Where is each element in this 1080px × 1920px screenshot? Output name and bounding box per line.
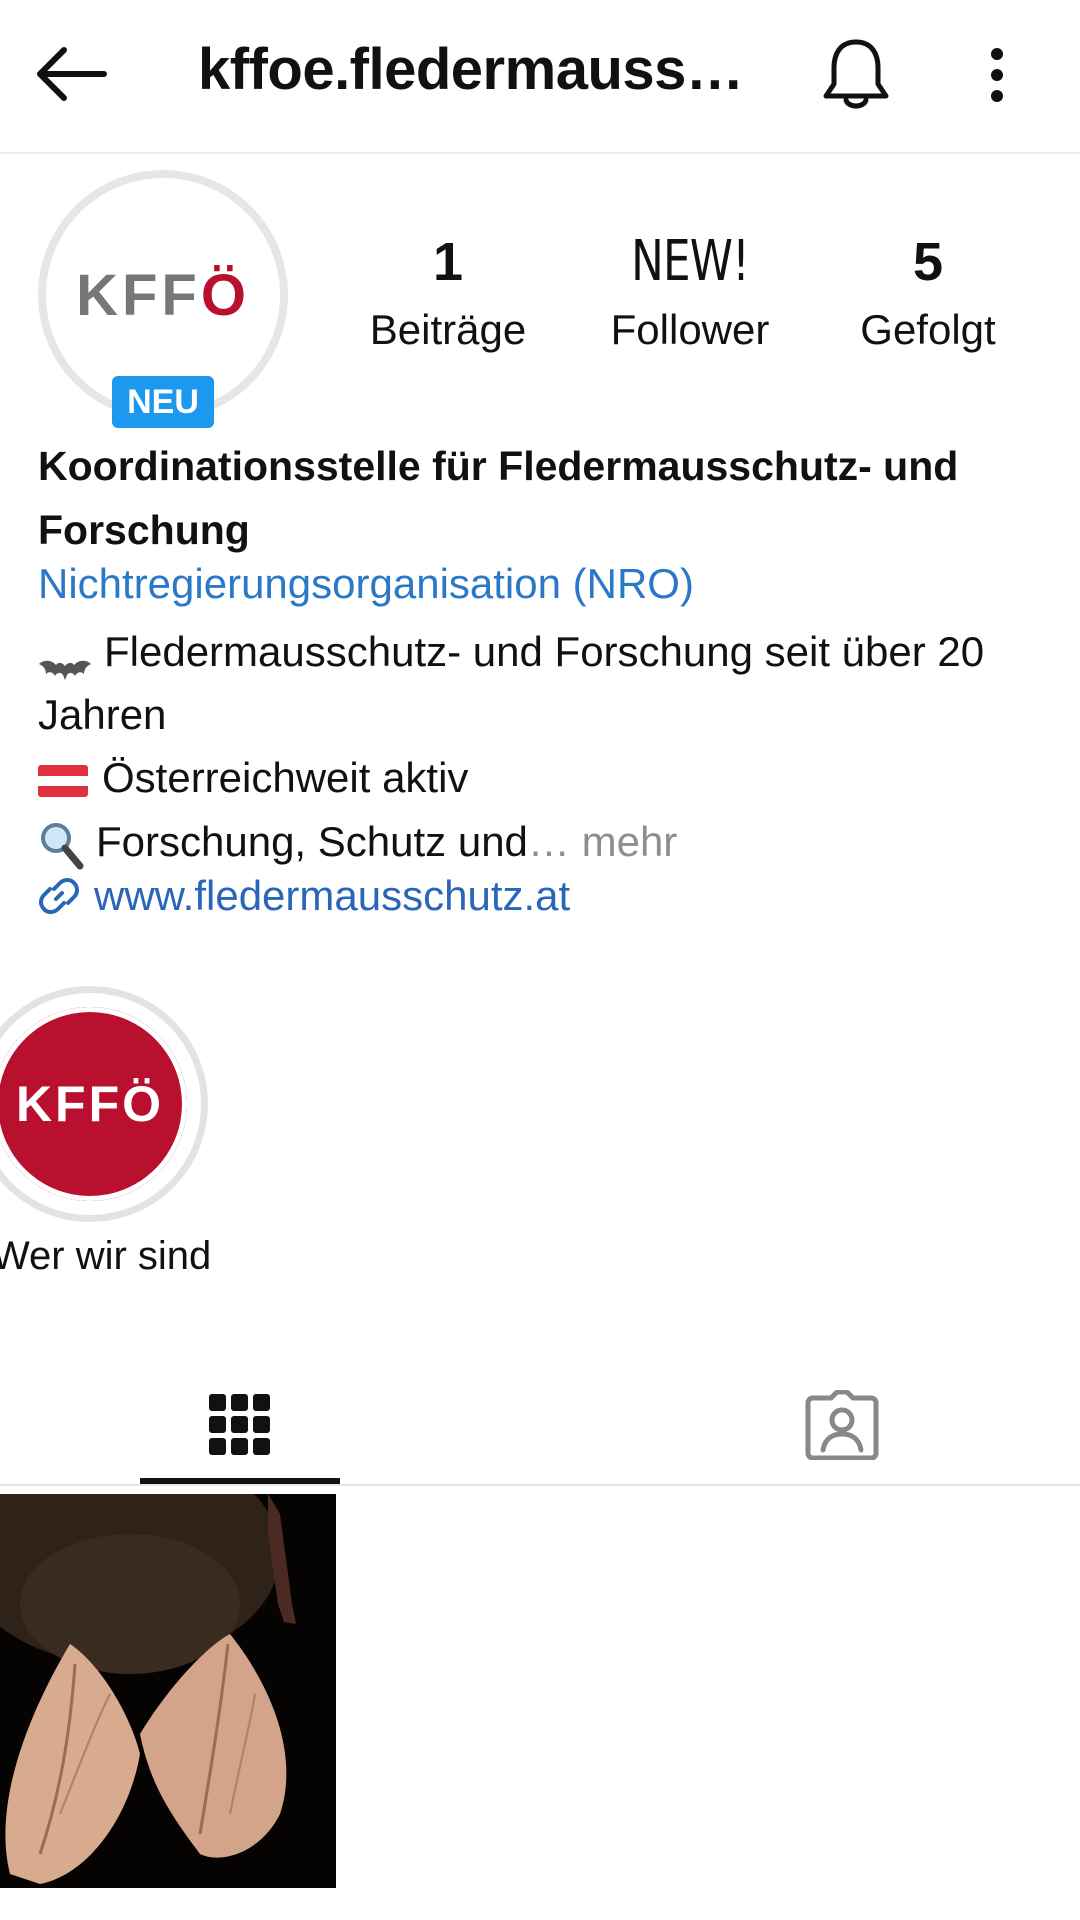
highlight-who-we-are[interactable]: KFFÖ: [0, 986, 208, 1222]
bat-icon: [38, 640, 92, 680]
bio-line-focus: Forschung, Schutz und… mehr: [38, 810, 1048, 873]
bio-line-research-text: Fledermausschutz- und Forschung seit übe…: [38, 628, 985, 738]
stat-following-label: Gefolgt: [860, 306, 996, 353]
notification-bell-icon[interactable]: [818, 34, 894, 114]
austria-flag-icon: [38, 764, 88, 797]
bio-ellipsis: …: [527, 818, 570, 865]
profile-name: Koordinationsstelle für Fledermausschutz…: [38, 443, 959, 553]
back-arrow-icon[interactable]: [30, 38, 110, 110]
stat-posts-label: Beiträge: [369, 306, 527, 353]
new-badge: NEU: [112, 376, 214, 428]
more-button[interactable]: mehr: [582, 818, 678, 865]
stat-following[interactable]: 5 Gefolgt: [818, 232, 1038, 354]
magnifying-glass-icon: [38, 820, 84, 870]
website-link[interactable]: www.fledermausschutz.at: [38, 872, 570, 920]
grid-icon: [209, 1394, 270, 1455]
highlight-logo-text: KFFÖ: [15, 1076, 165, 1132]
avatar-logo: KFFÖ: [52, 184, 274, 406]
more-options-icon[interactable]: [972, 40, 1022, 110]
profile-username-title: kffoe.fledermauss…: [198, 37, 744, 102]
bat-ears-photo: [0, 1494, 336, 1888]
tagged-person-icon: [805, 1390, 879, 1460]
stat-followers[interactable]: NEW! Follower: [580, 232, 800, 354]
tab-tagged[interactable]: [742, 1370, 942, 1480]
post-thumbnail-bat[interactable]: [0, 1494, 336, 1888]
website-link-text: www.fledermausschutz.at: [94, 872, 571, 919]
highlight-label: Wer wir sind: [0, 1234, 212, 1278]
stat-followers-value: NEW!: [631, 229, 750, 294]
stat-followers-label: Follower: [610, 306, 770, 353]
bio-line-austria-text: Österreichweit aktiv: [102, 754, 469, 801]
bio-line-focus-text: Forschung, Schutz und: [96, 818, 528, 865]
tab-divider: [0, 1484, 1080, 1486]
tab-posts-grid[interactable]: [140, 1370, 340, 1480]
highlight-cover: KFFÖ: [0, 1007, 187, 1201]
link-icon: [39, 878, 79, 914]
bio-line-austria: Österreichweit aktiv: [38, 746, 1048, 809]
avatar-logo-text: KFFÖ: [76, 262, 250, 328]
bio-line-research: Fledermausschutz- und Forschung seit übe…: [38, 620, 1048, 746]
stat-posts-value: 1: [432, 232, 464, 292]
stat-posts[interactable]: 1 Beiträge: [338, 232, 558, 354]
stat-following-value: 5: [912, 232, 944, 292]
profile-category[interactable]: Nichtregierungsorganisation (NRO): [38, 560, 694, 608]
